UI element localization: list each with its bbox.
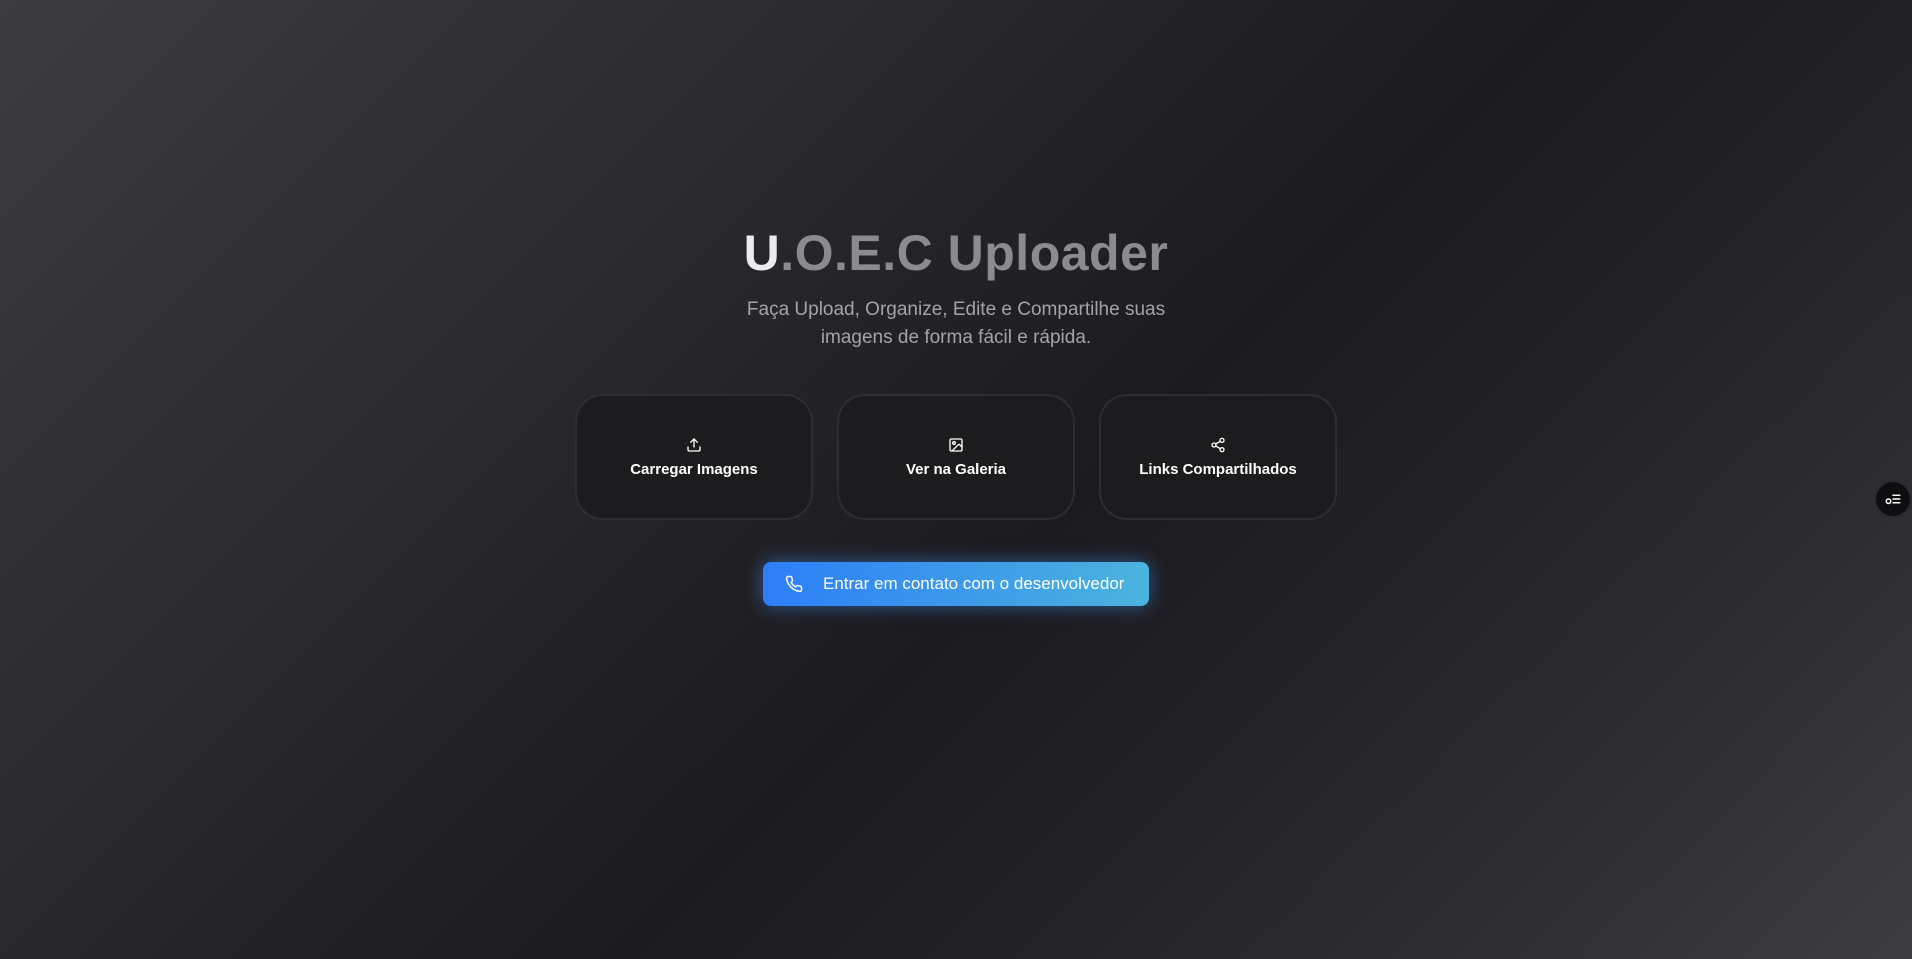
- hero-section: U.O.E.C Uploader Faça Upload, Organize, …: [0, 222, 1912, 606]
- contact-developer-button[interactable]: Entrar em contato com o desenvolvedor: [763, 562, 1149, 606]
- page-subtitle: Faça Upload, Organize, Edite e Compartil…: [746, 299, 1166, 348]
- gallery-card[interactable]: Ver na Galeria: [837, 394, 1075, 520]
- settings-list-icon: [1885, 494, 1901, 505]
- upload-images-label: Carregar Imagens: [630, 460, 758, 478]
- shared-links-label: Links Compartilhados: [1139, 460, 1297, 478]
- action-cards: Carregar Imagens Ver na Galeria Links Co…: [575, 394, 1337, 520]
- image-icon: [949, 437, 963, 452]
- gallery-label: Ver na Galeria: [905, 460, 1007, 478]
- upload-icon: [687, 437, 701, 452]
- page-title-initial: U: [743, 225, 781, 281]
- contact-developer-label: Entrar em contato com o desenvolvedor: [823, 574, 1125, 593]
- page-title-rest: .O.E.C Uploader: [780, 225, 1169, 281]
- shared-links-card[interactable]: Links Compartilhados: [1099, 394, 1337, 520]
- phone-icon: [785, 575, 803, 593]
- floating-settings-button[interactable]: [1874, 480, 1912, 518]
- page-title: U.O.E.C Uploader: [744, 222, 1169, 284]
- upload-images-card[interactable]: Carregar Imagens: [575, 394, 813, 520]
- share-icon: [1211, 437, 1225, 452]
